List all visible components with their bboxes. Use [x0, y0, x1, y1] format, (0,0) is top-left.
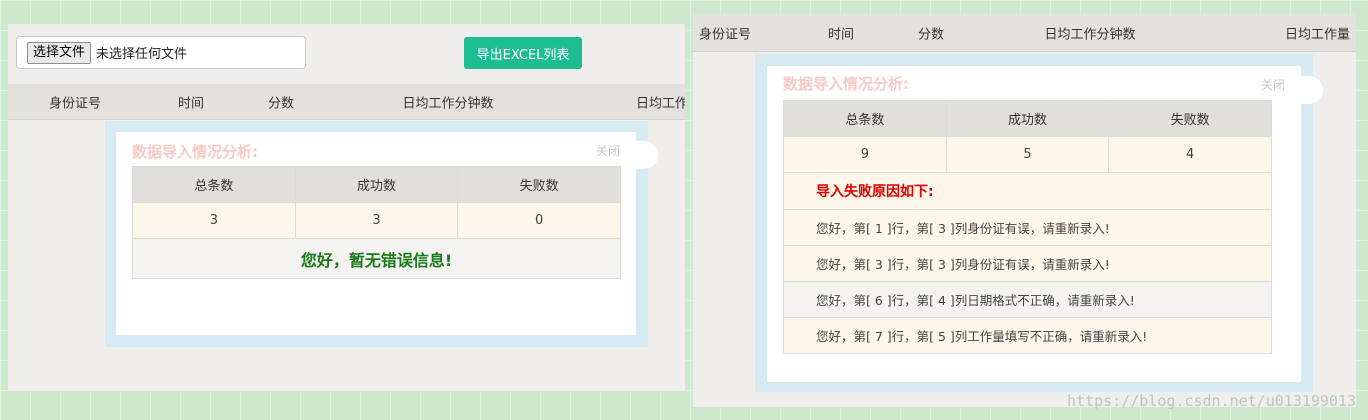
- error-message: 您好，第[ 7 ]行，第[ 5 ]列工作量填写不正确，请重新录入!: [783, 317, 1272, 354]
- modal-edge-bump: [1301, 76, 1323, 104]
- failure-reason-title: 导入失败原因如下:: [783, 172, 1272, 210]
- column-header-score[interactable]: 分数: [918, 23, 944, 42]
- stats-value-success: 5: [945, 136, 1110, 173]
- error-message: 您好，第[ 6 ]行，第[ 4 ]列日期格式不正确，请重新录入!: [783, 281, 1272, 318]
- error-message: 您好，第[ 1 ]行，第[ 3 ]列身份证有误，请重新录入!: [783, 209, 1272, 246]
- dialog-title: 数据导入情况分析:: [783, 75, 909, 93]
- stats-value-row: 3 3 0: [132, 202, 621, 239]
- stats-header-failed: 失败数: [457, 166, 621, 203]
- stats-header-total: 总条数: [783, 100, 947, 137]
- stats-header-row: 总条数 成功数 失败数: [132, 166, 621, 203]
- close-button[interactable]: 关闭: [596, 142, 620, 159]
- column-header-daily-minutes[interactable]: 日均工作分钟数: [402, 92, 493, 111]
- import-result-dialog: 数据导入情况分析: 关闭 总条数 成功数 失败数 9 5 4 导入失败原因如下:…: [767, 66, 1301, 382]
- column-header-daily-work[interactable]: 日均工作: [636, 92, 685, 111]
- stats-value-success: 3: [294, 202, 459, 239]
- file-status-text: 未选择任何文件: [96, 47, 188, 62]
- import-result-dialog: 数据导入情况分析: 关闭 总条数 成功数 失败数 3 3 0 您好，暂无错误信息…: [116, 132, 636, 335]
- column-header-id-number[interactable]: 身份证号: [49, 92, 101, 111]
- table-header-row: 身份证号 时间 分数 日均工作分钟数 日均工作量: [693, 14, 1356, 52]
- no-error-row: 您好，暂无错误信息!: [132, 238, 621, 279]
- stats-value-failed: 0: [457, 202, 621, 239]
- stats-header-row: 总条数 成功数 失败数: [783, 100, 1272, 137]
- import-result-modal: 数据导入情况分析: 关闭 总条数 成功数 失败数 3 3 0 您好，暂无错误信息…: [105, 121, 658, 347]
- column-header-time[interactable]: 时间: [828, 23, 854, 42]
- no-error-message: 您好，暂无错误信息!: [132, 238, 621, 279]
- import-result-modal: 数据导入情况分析: 关闭 总条数 成功数 失败数 9 5 4 导入失败原因如下:…: [755, 54, 1323, 392]
- modal-edge-bump: [636, 141, 658, 169]
- column-header-daily-workload[interactable]: 日均工作量: [1285, 23, 1350, 42]
- error-row: 您好，第[ 7 ]行，第[ 5 ]列工作量填写不正确，请重新录入!: [783, 317, 1272, 354]
- column-header-id-number[interactable]: 身份证号: [699, 23, 751, 42]
- close-button[interactable]: 关闭: [1261, 76, 1285, 93]
- error-row: 您好，第[ 1 ]行，第[ 3 ]列身份证有误，请重新录入!: [783, 209, 1272, 246]
- stats-value-row: 9 5 4: [783, 136, 1272, 173]
- right-screenshot-panel: 身份证号 时间 分数 日均工作分钟数 日均工作量 数据导入情况分析: 关闭 总条…: [693, 14, 1356, 407]
- error-row: 您好，第[ 6 ]行，第[ 4 ]列日期格式不正确，请重新录入!: [783, 281, 1272, 318]
- error-row: 您好，第[ 3 ]行，第[ 3 ]列身份证有误，请重新录入!: [783, 245, 1272, 282]
- table-header-row: 身份证号 时间 分数 日均工作分钟数 日均工作: [8, 84, 685, 120]
- failure-reason-title-row: 导入失败原因如下:: [783, 172, 1272, 210]
- import-stats-table: 总条数 成功数 失败数 9 5 4 导入失败原因如下: 您好，第[ 1 ]行，第…: [783, 100, 1272, 354]
- left-screenshot-panel: 选择文件 未选择任何文件 导出EXCEL列表 身份证号 时间 分数 日均工作分钟…: [8, 24, 685, 391]
- column-header-score[interactable]: 分数: [268, 92, 294, 111]
- import-stats-table: 总条数 成功数 失败数 3 3 0 您好，暂无错误信息!: [132, 166, 621, 279]
- file-input[interactable]: 选择文件 未选择任何文件: [16, 36, 306, 69]
- dialog-title: 数据导入情况分析:: [132, 143, 258, 161]
- stats-header-success: 成功数: [294, 166, 459, 203]
- stats-header-success: 成功数: [945, 100, 1110, 137]
- column-header-daily-minutes[interactable]: 日均工作分钟数: [1044, 23, 1135, 42]
- stats-header-failed: 失败数: [1108, 100, 1272, 137]
- column-header-time[interactable]: 时间: [178, 92, 204, 111]
- stats-value-total: 9: [783, 136, 947, 173]
- stats-value-total: 3: [132, 202, 296, 239]
- watermark: https://blog.csdn.net/u013199013: [1067, 392, 1356, 410]
- export-excel-button[interactable]: 导出EXCEL列表: [464, 37, 582, 69]
- error-message: 您好，第[ 3 ]行，第[ 3 ]列身份证有误，请重新录入!: [783, 245, 1272, 282]
- stats-header-total: 总条数: [132, 166, 296, 203]
- stats-value-failed: 4: [1108, 136, 1272, 173]
- choose-file-button[interactable]: 选择文件: [27, 41, 92, 64]
